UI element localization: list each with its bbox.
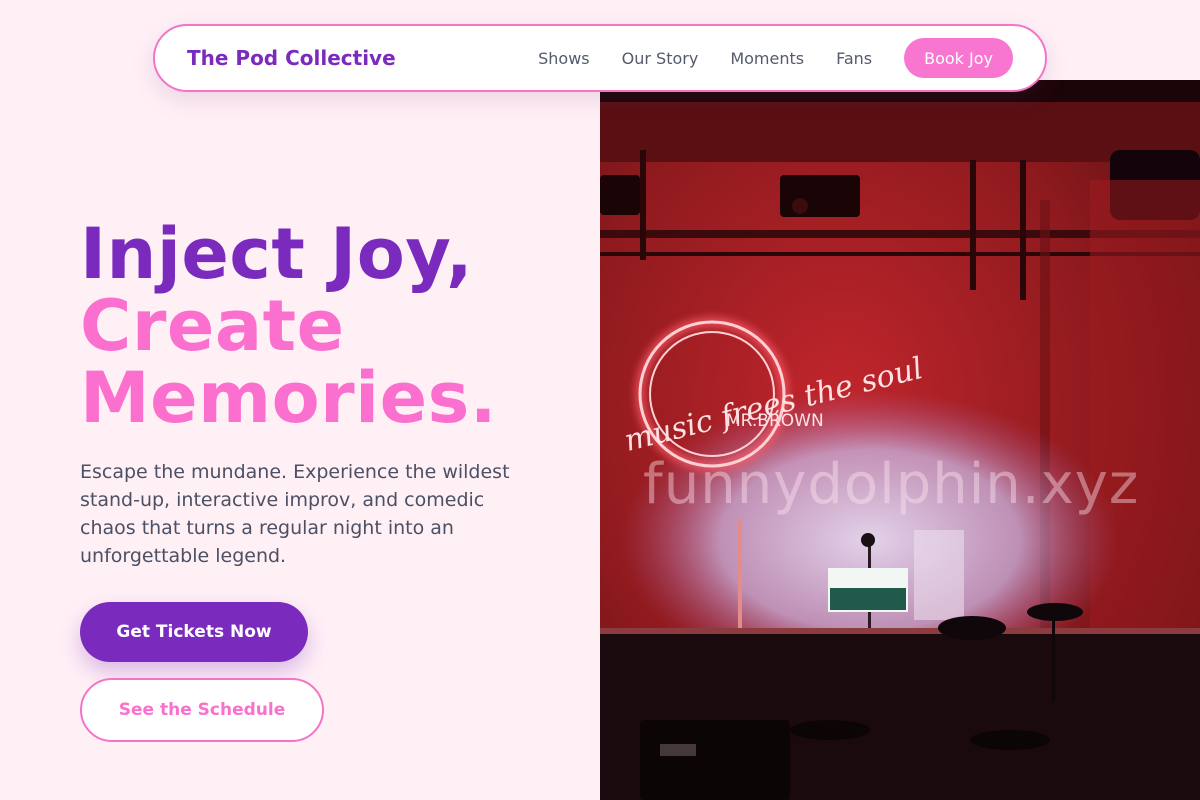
image-watermark: funnydolphin.xyz <box>643 452 1140 517</box>
nav-link-fans[interactable]: Fans <box>836 49 872 68</box>
stage-illustration: music frees the soul MR.BROWN <box>600 80 1200 800</box>
neon-name-text: MR.BROWN <box>726 411 824 431</box>
see-schedule-button[interactable]: See the Schedule <box>80 678 324 742</box>
hero-heading-line-1: Inject Joy, <box>80 213 474 295</box>
get-tickets-button[interactable]: Get Tickets Now <box>80 602 308 662</box>
hero-description: Escape the mundane. Experience the wilde… <box>80 461 510 567</box>
book-joy-button[interactable]: Book Joy <box>904 38 1013 78</box>
hero-heading-line-3: Memories. <box>80 357 497 439</box>
brand-logo-text[interactable]: The Pod Collective <box>187 46 396 70</box>
hero-stage-image: music frees the soul MR.BROWN <box>600 80 1200 800</box>
nav-links: Shows Our Story Moments Fans <box>538 49 872 68</box>
nav-link-shows[interactable]: Shows <box>538 49 590 68</box>
top-navbar: The Pod Collective Shows Our Story Momen… <box>153 24 1047 92</box>
nav-link-our-story[interactable]: Our Story <box>622 49 699 68</box>
hero-heading: Inject Joy, Create Memories. <box>80 218 497 434</box>
hero-heading-line-2: Create <box>80 285 345 367</box>
nav-link-moments[interactable]: Moments <box>730 49 804 68</box>
